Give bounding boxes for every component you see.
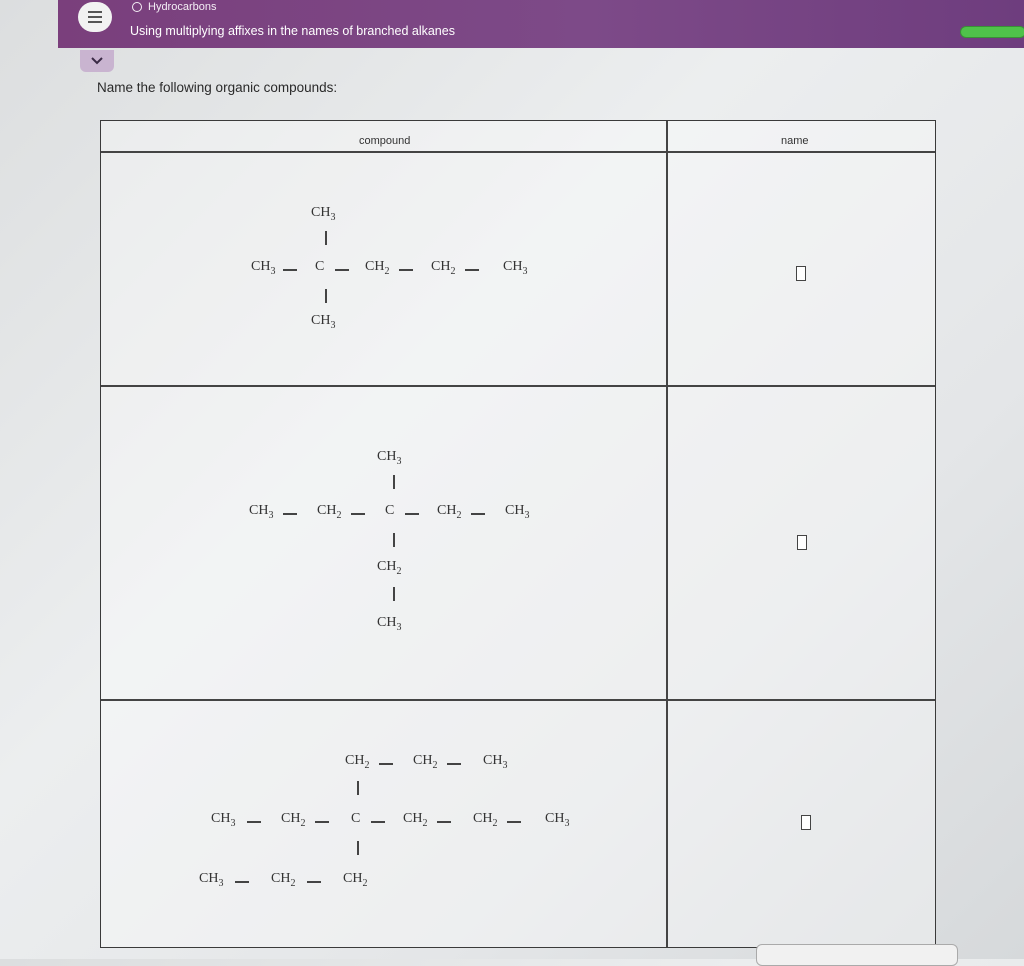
bond [315,821,329,823]
bond [325,289,327,303]
progress-bar [960,26,1024,38]
bond [283,269,297,271]
topic-label: Hydrocarbons [148,1,217,13]
compound-2-branch-ch3: CH3 [377,615,402,633]
compound-1-ch2: CH2 [365,259,390,277]
compound-3-ch2: CH2 [403,811,428,829]
bond [399,269,413,271]
compound-3-bottom-ch2: CH2 [343,871,368,889]
bond [351,513,365,515]
compound-2-ch2-left: CH2 [317,503,342,521]
answer-input-2[interactable] [797,535,807,550]
bond [307,881,321,883]
compound-2-ch3-right: CH3 [505,503,530,521]
compound-3-ch2: CH2 [473,811,498,829]
bond [437,821,451,823]
instructions-text: Name the following organic compounds: [97,80,338,95]
bond [471,513,485,515]
header-divider [101,151,935,153]
bottom-panel-tab[interactable] [756,944,958,966]
bond [379,763,393,765]
answer-input-3[interactable] [801,815,811,830]
topic-circle-icon [132,2,142,12]
collapse-button[interactable] [80,50,114,72]
bond [247,821,261,823]
compound-1-ch3-left: CH3 [251,259,276,277]
bond [405,513,419,515]
bond [393,475,395,489]
bond [283,513,297,515]
bond [357,781,359,795]
compound-2-quaternary-c: C [385,503,395,518]
column-divider [666,121,668,947]
compound-3-ch3-left: CH3 [211,811,236,829]
bond [235,881,249,883]
compound-2-top-ch3: CH3 [377,449,402,467]
compound-1-ch3-right: CH3 [503,259,528,277]
chevron-down-icon [91,57,103,65]
menu-button[interactable] [78,2,112,32]
compound-1-bottom-ch3: CH3 [311,313,336,331]
compound-3-ch3-right: CH3 [545,811,570,829]
compound-3-quaternary-c: C [351,811,361,826]
name-column-header: name [781,135,809,147]
bond [371,821,385,823]
row-divider [101,385,935,387]
answer-input-1[interactable] [796,266,806,281]
menu-icon-line [88,16,102,18]
bond [393,533,395,547]
page-title: Using multiplying affixes in the names o… [130,24,455,38]
bond [325,231,327,245]
compound-3-top-ch2: CH2 [345,753,370,771]
compound-2-ch2-right: CH2 [437,503,462,521]
menu-icon-line [88,21,102,23]
topic-row: Hydrocarbons [132,1,216,13]
compound-3-top-ch2: CH2 [413,753,438,771]
bond [335,269,349,271]
compound-3-ch2: CH2 [281,811,306,829]
bond [393,587,395,601]
compound-3-top-ch3: CH3 [483,753,508,771]
bond [447,763,461,765]
compound-3-bottom-ch3: CH3 [199,871,224,889]
compound-column-header: compound [359,135,411,147]
compound-2-branch-ch2: CH2 [377,559,402,577]
compound-1-ch2: CH2 [431,259,456,277]
compound-1-top-ch3: CH3 [311,205,336,223]
compounds-table: compound name CH3 CH3 C CH2 CH2 CH3 CH3 … [100,120,936,948]
compound-1-quaternary-c: C [315,259,325,274]
compound-3-bottom-ch2: CH2 [271,871,296,889]
compound-2-ch3-left: CH3 [249,503,274,521]
bond [357,841,359,855]
bond [465,269,479,271]
bond [507,821,521,823]
menu-icon-line [88,11,102,13]
row-divider [101,699,935,701]
